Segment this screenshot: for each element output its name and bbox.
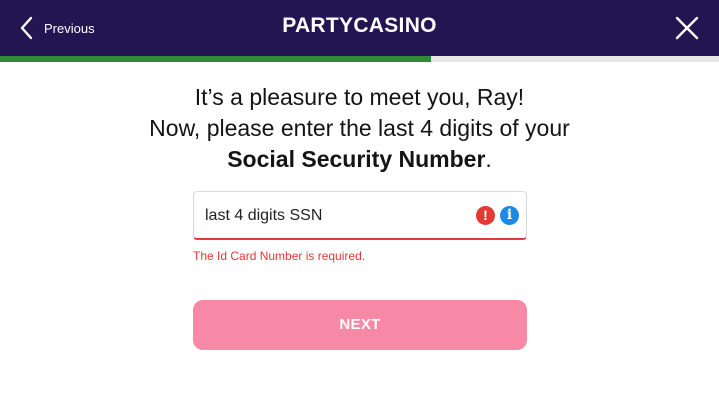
heading-emphasis: Social Security Number — [227, 146, 486, 172]
page-heading: It’s a pleasure to meet you, Ray! Now, p… — [0, 82, 719, 175]
info-icon[interactable]: i — [500, 206, 519, 225]
heading-suffix: . — [485, 146, 492, 172]
top-bar: Previous PARTYCASINO — [0, 0, 719, 56]
progress-fill — [0, 56, 432, 62]
next-button[interactable]: NEXT — [193, 300, 527, 350]
close-button[interactable] — [673, 14, 701, 42]
ssn-input[interactable] — [205, 204, 465, 228]
heading-line-1: It’s a pleasure to meet you, Ray! — [194, 84, 525, 110]
ssn-field: ! i — [193, 191, 527, 240]
heading-line-3: Social Security Number. — [0, 144, 719, 175]
progress-bar — [0, 56, 719, 62]
heading-line-2: Now, please enter the last 4 digits of y… — [149, 115, 570, 141]
close-icon — [675, 16, 699, 40]
logo: PARTYCASINO — [282, 14, 437, 37]
error-message: The Id Card Number is required. — [193, 249, 366, 263]
exclamation-icon: ! — [476, 206, 495, 225]
